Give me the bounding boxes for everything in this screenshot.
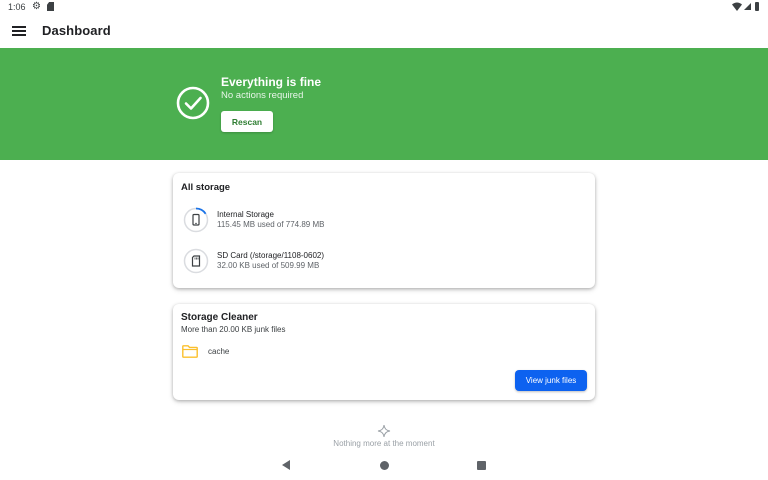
view-junk-files-button[interactable]: View junk files — [515, 370, 587, 391]
storage-item-sd-card[interactable]: SD Card (/storage/1108-0602) 32.00 KB us… — [181, 247, 581, 275]
wifi-icon — [732, 2, 742, 11]
empty-state-text: Nothing more at the moment — [333, 439, 435, 448]
signal-icon — [744, 3, 751, 10]
storage-cleaner-card: Storage Cleaner More than 20.00 KB junk … — [173, 304, 595, 400]
menu-icon[interactable] — [12, 26, 26, 36]
status-bar: 1:06 ⚙ — [0, 0, 768, 14]
storage-item-internal[interactable]: Internal Storage 115.45 MB used of 774.8… — [181, 206, 581, 234]
rescan-button[interactable]: Rescan — [221, 111, 273, 132]
recents-icon[interactable] — [477, 461, 486, 470]
hero-title: Everything is fine — [221, 75, 322, 89]
card-title: All storage — [181, 182, 231, 193]
battery-icon — [755, 2, 759, 11]
card-title: Storage Cleaner — [181, 312, 258, 323]
junk-folder-item[interactable]: cache — [181, 344, 381, 360]
app-bar: Dashboard — [0, 14, 768, 48]
gear-icon: ⚙ — [32, 1, 41, 12]
sd-card-icon — [183, 248, 209, 274]
page-title: Dashboard — [42, 23, 111, 38]
all-storage-card: All storage Internal Storage 115.45 MB u… — [173, 173, 595, 288]
phone-icon — [183, 207, 209, 233]
junk-summary: More than 20.00 KB junk files — [181, 325, 286, 334]
folder-label: cache — [208, 347, 230, 356]
storage-name: Internal Storage — [217, 210, 274, 219]
sd-card-icon — [47, 2, 54, 11]
hero-subtitle: No actions required — [221, 90, 304, 101]
home-icon[interactable] — [380, 461, 389, 470]
storage-usage: 32.00 KB used of 509.99 MB — [217, 261, 320, 270]
storage-usage: 115.45 MB used of 774.89 MB — [217, 220, 325, 229]
sparkle-icon — [377, 424, 391, 438]
folder-icon — [182, 345, 198, 358]
check-circle-icon — [176, 86, 210, 120]
storage-name: SD Card (/storage/1108-0602) — [217, 251, 325, 260]
status-time: 1:06 — [8, 2, 26, 12]
status-hero: Everything is fine No actions required R… — [0, 48, 768, 160]
back-icon[interactable] — [282, 460, 290, 470]
